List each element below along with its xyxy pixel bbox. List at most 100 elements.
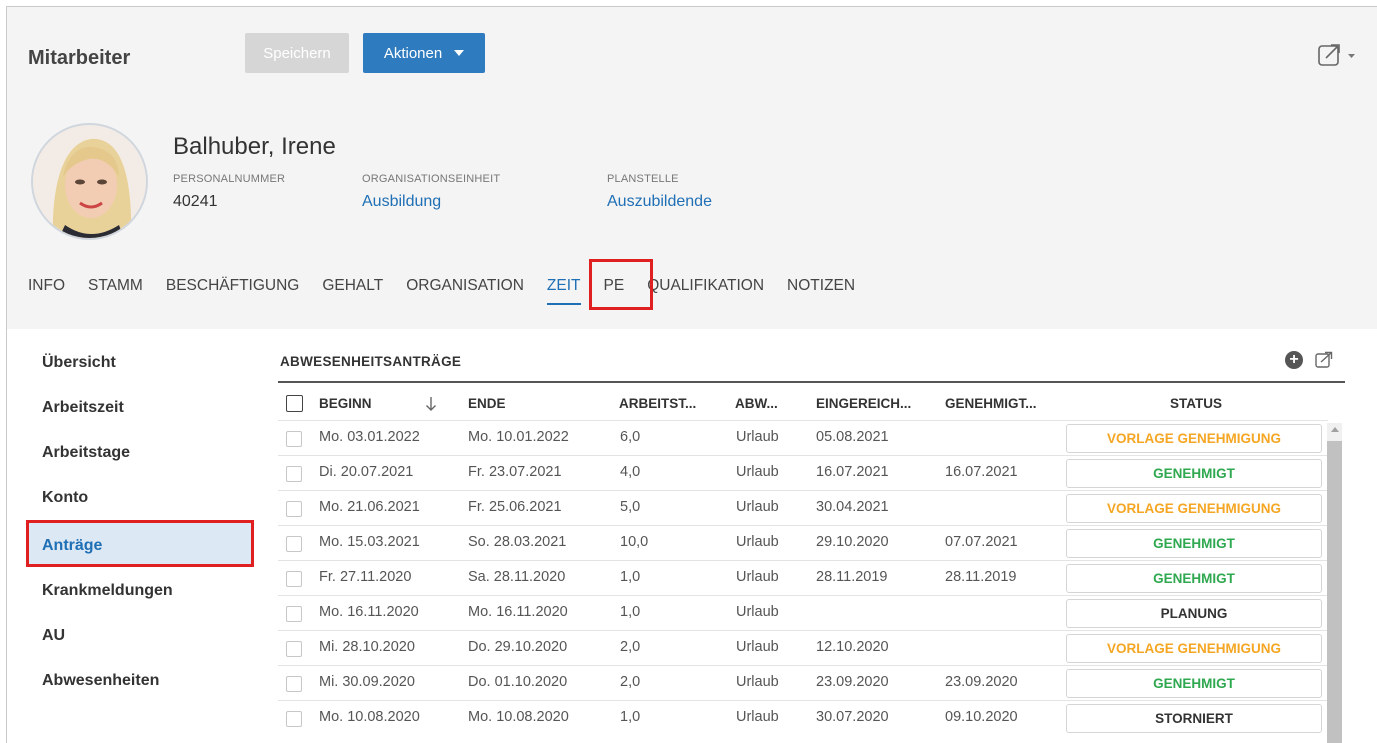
cell-genehmigt: 23.09.2020 (945, 674, 1018, 690)
planstelle-label: PLANSTELLE (607, 173, 679, 185)
cell-genehmigt: 16.07.2021 (945, 464, 1018, 480)
table-row[interactable]: Mi. 30.09.2020 Do. 01.10.2020 2,0 Urlaub… (278, 665, 1328, 700)
section-divider (278, 381, 1345, 383)
cell-ende: So. 28.03.2021 (468, 534, 567, 550)
cell-arbeitstage: 1,0 (620, 569, 641, 585)
status-badge[interactable]: GENEHMIGT (1066, 669, 1322, 698)
status-badge[interactable]: STORNIERT (1066, 704, 1322, 733)
row-checkbox[interactable] (286, 676, 302, 692)
col-ende[interactable]: ENDE (468, 396, 506, 411)
row-checkbox[interactable] (286, 606, 302, 622)
tab-beschaeftigung[interactable]: BESCHÄFTIGUNG (166, 277, 299, 295)
cell-ende: Do. 29.10.2020 (468, 639, 568, 655)
cell-eingereicht: 30.07.2020 (816, 709, 889, 725)
cell-genehmigt: 28.11.2019 (945, 569, 1017, 585)
plus-circle-icon[interactable]: + (1285, 351, 1303, 369)
avatar (31, 123, 148, 240)
tab-notizen[interactable]: NOTIZEN (787, 277, 855, 295)
cell-eingereicht: 29.10.2020 (816, 534, 889, 550)
row-checkbox[interactable] (286, 641, 302, 657)
status-badge[interactable]: GENEHMIGT (1066, 564, 1322, 593)
cell-abwesenheit: Urlaub (736, 534, 779, 550)
col-status[interactable]: STATUS (1170, 396, 1222, 411)
personalnummer-block: PERSONALNUMMER 40241 (173, 173, 285, 211)
cell-beginn: Mi. 28.10.2020 (319, 639, 415, 655)
table-row[interactable]: Mo. 21.06.2021 Fr. 25.06.2021 5,0 Urlaub… (278, 490, 1328, 525)
share-icon[interactable] (1314, 350, 1334, 370)
tab-zeit[interactable]: ZEIT (546, 277, 581, 305)
scroll-up-arrow-icon[interactable] (1331, 427, 1339, 432)
select-all-checkbox[interactable] (286, 395, 303, 412)
cell-ende: Sa. 28.11.2020 (468, 569, 566, 585)
cell-eingereicht: 28.11.2019 (816, 569, 888, 585)
save-button[interactable]: Speichern (245, 33, 349, 73)
row-checkbox[interactable] (286, 711, 302, 727)
tab-bar: INFO STAMM BESCHÄFTIGUNG GEHALT ORGANISA… (28, 277, 878, 305)
cell-abwesenheit: Urlaub (736, 639, 779, 655)
tab-organisation[interactable]: ORGANISATION (406, 277, 524, 295)
status-badge[interactable]: VORLAGE GENEHMIGUNG (1066, 494, 1322, 523)
page-title: Mitarbeiter (28, 47, 131, 69)
cell-ende: Mo. 10.08.2020 (468, 709, 569, 725)
share-icon[interactable] (1317, 41, 1357, 69)
row-checkbox[interactable] (286, 501, 302, 517)
status-badge[interactable]: PLANUNG (1066, 599, 1322, 628)
cell-beginn: Mo. 16.11.2020 (319, 604, 419, 620)
cell-arbeitstage: 1,0 (620, 709, 641, 725)
status-badge[interactable]: VORLAGE GENEHMIGUNG (1066, 634, 1322, 663)
planstelle-link[interactable]: Auszubildende (607, 193, 712, 211)
cell-ende: Mo. 16.11.2020 (468, 604, 568, 620)
status-badge[interactable]: GENEHMIGT (1066, 459, 1322, 488)
status-badge[interactable]: VORLAGE GENEHMIGUNG (1066, 424, 1322, 453)
table-row[interactable]: Mo. 03.01.2022 Mo. 10.01.2022 6,0 Urlaub… (278, 420, 1328, 455)
sidebar-item-krankmeldungen[interactable]: Krankmeldungen (42, 582, 173, 600)
col-genehmigt[interactable]: GENEHMIGT... (945, 396, 1037, 411)
sidebar-item-arbeitstage[interactable]: Arbeitstage (42, 444, 130, 462)
sidebar-item-au[interactable]: AU (42, 627, 65, 645)
table-row[interactable]: Mo. 16.11.2020 Mo. 16.11.2020 1,0 Urlaub… (278, 595, 1328, 630)
status-badge[interactable]: GENEHMIGT (1066, 529, 1322, 558)
highlight-box-zeit (589, 259, 653, 310)
row-checkbox[interactable] (286, 536, 302, 552)
sidebar-item-uebersicht[interactable]: Übersicht (42, 354, 116, 372)
table-row[interactable]: Mo. 10.08.2020 Mo. 10.08.2020 1,0 Urlaub… (278, 700, 1328, 735)
employee-name: Balhuber, Irene (173, 133, 336, 160)
cell-abwesenheit: Urlaub (736, 499, 779, 515)
row-checkbox[interactable] (286, 571, 302, 587)
table-row[interactable]: Mo. 15.03.2021 So. 28.03.2021 10,0 Urlau… (278, 525, 1328, 560)
actions-button[interactable]: Aktionen (363, 33, 485, 73)
col-arbeitstage[interactable]: ARBEITST... (619, 396, 696, 411)
row-checkbox[interactable] (286, 466, 302, 482)
cell-ende: Mo. 10.01.2022 (468, 429, 569, 445)
org-link[interactable]: Ausbildung (362, 193, 500, 211)
cell-arbeitstage: 5,0 (620, 499, 641, 515)
table-row[interactable]: Mi. 28.10.2020 Do. 29.10.2020 2,0 Urlaub… (278, 630, 1328, 665)
cell-beginn: Mo. 21.06.2021 (319, 499, 420, 515)
personalnummer-label: PERSONALNUMMER (173, 173, 286, 185)
table-row[interactable]: Di. 20.07.2021 Fr. 23.07.2021 4,0 Urlaub… (278, 455, 1328, 490)
sidebar-item-arbeitszeit[interactable]: Arbeitszeit (42, 399, 124, 417)
tab-gehalt[interactable]: GEHALT (322, 277, 383, 295)
cell-abwesenheit: Urlaub (736, 604, 779, 620)
cell-ende: Fr. 23.07.2021 (468, 464, 562, 480)
cell-arbeitstage: 6,0 (620, 429, 641, 445)
tab-qualifikation[interactable]: QUALIFIKATION (647, 277, 764, 295)
col-abwesenheit[interactable]: ABW... (735, 396, 778, 411)
sidebar-item-konto[interactable]: Konto (42, 489, 88, 507)
cell-eingereicht: 05.08.2021 (816, 429, 889, 445)
arrow-down-icon[interactable] (425, 396, 437, 412)
table-row[interactable]: Fr. 27.11.2020 Sa. 28.11.2020 1,0 Urlaub… (278, 560, 1328, 595)
tab-stamm[interactable]: STAMM (88, 277, 143, 295)
sidebar-item-abwesenheiten[interactable]: Abwesenheiten (42, 672, 159, 690)
section-title: ABWESENHEITSANTRÄGE (280, 354, 462, 369)
caret-down-icon (454, 50, 465, 56)
cell-ende: Fr. 25.06.2021 (468, 499, 562, 515)
scrollbar-thumb[interactable] (1327, 441, 1342, 743)
cell-arbeitstage: 2,0 (620, 639, 641, 655)
cell-arbeitstage: 2,0 (620, 674, 641, 690)
tab-info[interactable]: INFO (28, 277, 65, 295)
cell-beginn: Fr. 27.11.2020 (319, 569, 412, 585)
col-eingereicht[interactable]: EINGEREICH... (816, 396, 911, 411)
col-beginn[interactable]: BEGINN (319, 396, 372, 411)
row-checkbox[interactable] (286, 431, 302, 447)
